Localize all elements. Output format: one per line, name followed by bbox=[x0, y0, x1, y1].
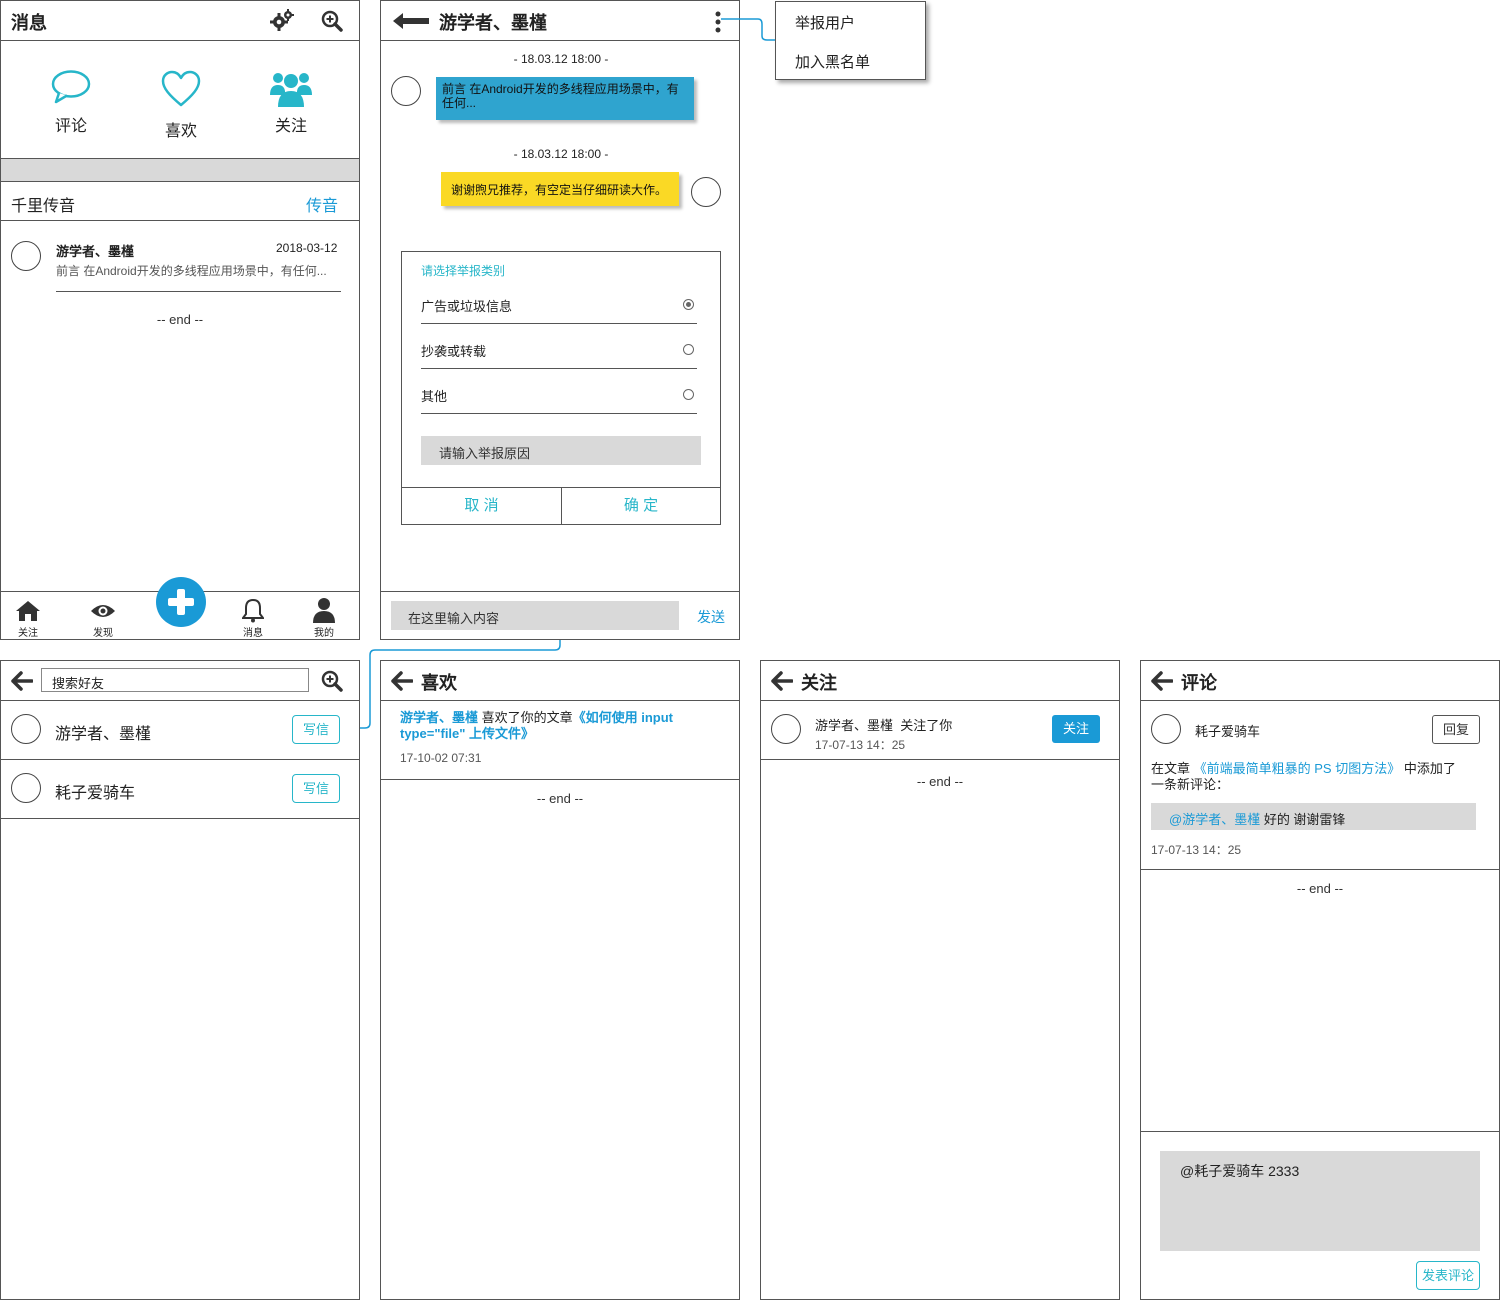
friend-row[interactable]: 游学者、墨槿 写信 bbox=[1, 701, 359, 760]
comment-textarea[interactable]: @耗子爱骑车 2333 bbox=[1160, 1151, 1480, 1251]
search-zoom-icon[interactable] bbox=[321, 670, 343, 692]
search-header: 搜索好友 bbox=[1, 661, 359, 701]
submit-comment-button[interactable]: 发表评论 bbox=[1416, 1261, 1480, 1290]
likes-screen: 喜欢 游学者、墨槿 喜欢了你的文章《如何使用 input type="file" … bbox=[380, 660, 740, 1300]
avatar bbox=[11, 714, 41, 744]
likes-header: 喜欢 bbox=[381, 661, 739, 701]
friend-name: 耗子爱骑车 bbox=[55, 785, 136, 802]
page-title: 喜欢 bbox=[421, 673, 457, 693]
user-name: 游学者、墨槿 bbox=[815, 718, 894, 733]
end-marker: -- end -- bbox=[536, 791, 584, 806]
action-text: 喜欢了你的文章 bbox=[478, 710, 573, 725]
back-arrow-icon[interactable] bbox=[1151, 671, 1173, 691]
quoted-comment-text: @游学者、墨槿 好的 谢谢雷锋 bbox=[1169, 809, 1345, 828]
comment-notification[interactable]: 耗子爱骑车 回复 在文章 《前端最简单粗暴的 PS 切图方法》 中添加了一条新评… bbox=[1141, 701, 1499, 870]
search-placeholder: 搜索好友 bbox=[52, 676, 105, 691]
user-link[interactable]: 游学者、墨槿 bbox=[400, 710, 478, 725]
back-arrow-icon[interactable] bbox=[11, 671, 33, 691]
article-link[interactable]: 《如何使用 input bbox=[573, 710, 673, 725]
avatar bbox=[11, 773, 41, 803]
comment-time: 17-07-13 14：25 bbox=[1151, 843, 1242, 857]
back-arrow-icon[interactable] bbox=[391, 671, 413, 691]
action-text: 关注了你 bbox=[900, 718, 953, 733]
quoted-comment: @游学者、墨槿 好的 谢谢雷锋 bbox=[1151, 803, 1476, 830]
page-title: 评论 bbox=[1181, 673, 1217, 693]
notification-time: 17-10-02 07:31 bbox=[400, 751, 482, 765]
friend-name: 游学者、墨槿 bbox=[55, 726, 152, 743]
follows-header: 关注 bbox=[761, 661, 1119, 701]
comment-textarea-text: @耗子爱骑车 2333 bbox=[1180, 1163, 1300, 1179]
reply-button[interactable]: 回复 bbox=[1432, 715, 1480, 744]
follow-back-button[interactable]: 关注 bbox=[1052, 715, 1100, 743]
divider bbox=[1141, 1131, 1499, 1132]
prefix-text: 在文章 bbox=[1151, 761, 1191, 776]
write-letter-button[interactable]: 写信 bbox=[292, 715, 340, 744]
notification-text: 游学者、墨槿 喜欢了你的文章《如何使用 input type="file" 上传文… bbox=[400, 710, 720, 742]
search-friends-screen: 搜索好友 游学者、墨槿 写信 耗子爱骑车 写信 bbox=[0, 660, 360, 1300]
article-link[interactable]: 《前端最简单粗暴的 PS 切图方法》 bbox=[1194, 761, 1401, 776]
mention-link[interactable]: @游学者、墨槿 bbox=[1169, 812, 1260, 827]
avatar bbox=[1151, 714, 1181, 744]
end-marker: -- end -- bbox=[916, 774, 964, 789]
page-title: 关注 bbox=[801, 673, 837, 693]
article-link[interactable]: type="file" 上传文件》 bbox=[400, 726, 534, 741]
notification-time: 17-07-13 14：25 bbox=[815, 738, 906, 752]
friend-row[interactable]: 耗子爱骑车 写信 bbox=[1, 760, 359, 819]
end-marker: -- end -- bbox=[1296, 881, 1344, 896]
suffix-text: 中添加了 bbox=[1403, 761, 1456, 776]
back-arrow-icon[interactable] bbox=[771, 671, 793, 691]
commenter-name: 耗子爱骑车 bbox=[1195, 724, 1261, 739]
follow-notification[interactable]: 游学者、墨槿 关注了你 17-07-13 14：25 关注 bbox=[761, 701, 1119, 760]
avatar bbox=[771, 714, 801, 744]
write-letter-button[interactable]: 写信 bbox=[292, 774, 340, 803]
comment-description: 在文章 《前端最简单粗暴的 PS 切图方法》 中添加了一条新评论： bbox=[1151, 761, 1491, 793]
comments-screen: 评论 耗子爱骑车 回复 在文章 《前端最简单粗暴的 PS 切图方法》 中添加了一… bbox=[1140, 660, 1500, 1300]
notification-text: 游学者、墨槿 关注了你 bbox=[815, 715, 952, 734]
suffix-text: 一条新评论： bbox=[1151, 777, 1230, 792]
comments-header: 评论 bbox=[1141, 661, 1499, 701]
like-notification[interactable]: 游学者、墨槿 喜欢了你的文章《如何使用 input type="file" 上传文… bbox=[381, 701, 739, 780]
quote-text: 好的 谢谢雷锋 bbox=[1260, 812, 1346, 827]
follows-screen: 关注 游学者、墨槿 关注了你 17-07-13 14：25 关注 -- end … bbox=[760, 660, 1120, 1300]
friend-search-input[interactable]: 搜索好友 bbox=[41, 668, 309, 692]
